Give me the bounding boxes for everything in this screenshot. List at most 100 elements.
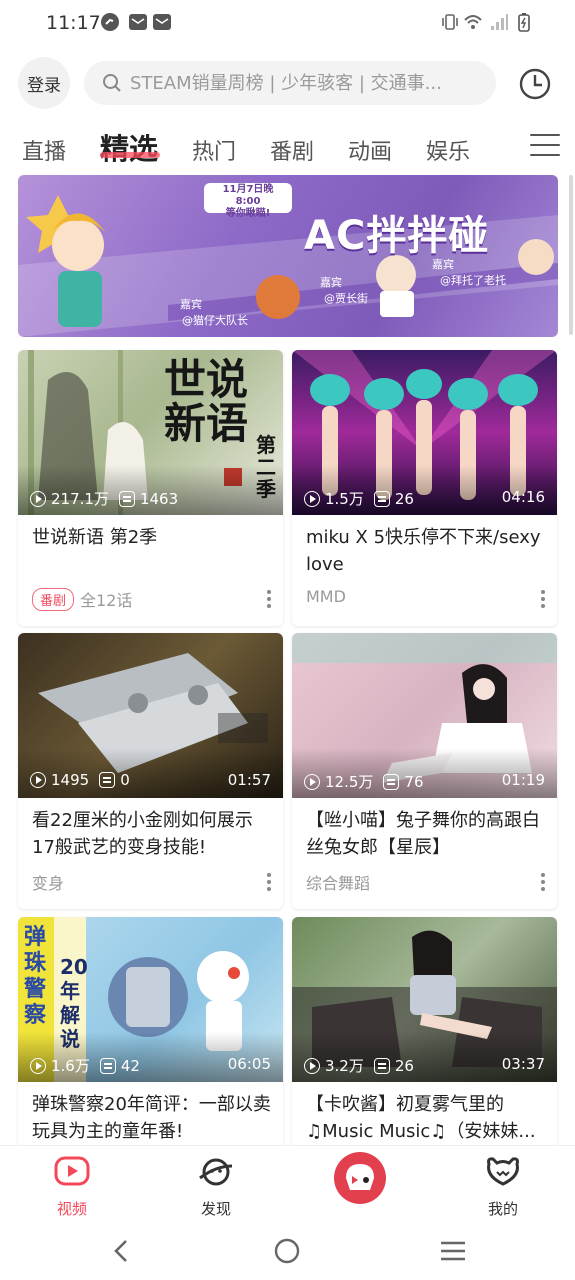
vibrate-icon [442, 14, 458, 30]
thumbnail-subtitle: 20年解说 [60, 955, 88, 1051]
bottom-nav: 视频 发现 我的 [0, 1145, 575, 1225]
nav-video-label: 视频 [56, 1200, 87, 1218]
nav-profile[interactable]: 我的 [463, 1154, 543, 1219]
video-title[interactable]: miku X 5快乐停不下来/sexy love [306, 524, 546, 578]
banner-guest-1: @猫仔大队长 [182, 314, 248, 327]
video-duration: 01:57 [227, 771, 271, 789]
play-count-icon [304, 1057, 320, 1074]
nav-profile-label: 我的 [487, 1200, 518, 1218]
play-count-icon [30, 772, 46, 788]
more-options-icon[interactable] [267, 590, 271, 608]
video-card[interactable]: 世说新语 第二季 217.1万 1463 世说新语 第2季 番剧 全12话 [18, 350, 283, 626]
nav-discover[interactable]: 发现 [176, 1154, 256, 1219]
video-duration: 03:37 [501, 1055, 545, 1073]
more-options-icon[interactable] [541, 873, 545, 891]
play-count-icon [304, 490, 320, 507]
video-duration: 04:16 [501, 488, 545, 506]
video-meta: 变身 [32, 870, 64, 894]
history-icon[interactable] [515, 64, 555, 104]
status-time: 11:17 [46, 12, 101, 34]
more-options-icon[interactable] [267, 873, 271, 891]
video-card[interactable]: 1.5万 26 04:16 miku X 5快乐停不下来/sexy love M… [292, 350, 557, 626]
video-duration: 01:19 [501, 771, 545, 789]
video-title[interactable]: 【卡吹酱】初夏雾气里的♫Music Music♫（安妹妹... [306, 1091, 546, 1145]
home-icon[interactable] [273, 1237, 301, 1265]
tab-bangumi[interactable]: 番剧 [270, 134, 314, 166]
video-title[interactable]: 【咝小喵】兔子舞你的高跟白丝兔女郎【星辰】 [306, 807, 546, 861]
video-meta: MMD [306, 587, 346, 606]
more-options-icon[interactable] [541, 590, 545, 608]
danmaku-count: 26 [394, 1056, 414, 1075]
danmaku-icon [373, 490, 390, 507]
profile-icon [487, 1157, 519, 1186]
video-stats: 1495 0 [30, 771, 130, 789]
view-count: 1.5万 [325, 490, 364, 508]
thumbnail-title: 世说新语 [164, 355, 249, 448]
play-count-icon [30, 490, 46, 507]
scrollbar[interactable] [569, 175, 573, 335]
video-card[interactable]: 1495 0 01:57 看22厘米的小金刚如何展示17般武艺的变身技能! 变身 [18, 633, 283, 909]
view-count: 217.1万 [51, 490, 109, 508]
tab-featured[interactable]: 精选 [100, 126, 158, 168]
video-icon [54, 1156, 90, 1186]
danmaku-icon [99, 1057, 116, 1074]
view-count: 1.6万 [51, 1057, 90, 1075]
menu-icon[interactable] [530, 134, 560, 160]
video-stats: 217.1万 1463 [30, 488, 178, 509]
view-count: 3.2万 [325, 1057, 364, 1075]
banner-guest-3: @拜托了老托 [440, 274, 506, 287]
battery-icon [518, 13, 530, 32]
danmaku-count: 26 [394, 489, 414, 508]
tab-fade [490, 130, 520, 168]
settings-status-icon [101, 13, 119, 31]
view-count: 1495 [51, 771, 90, 789]
tab-entertainment[interactable]: 娱乐 [426, 134, 470, 166]
mail-status-icon [153, 14, 171, 30]
back-icon[interactable] [108, 1237, 136, 1265]
danmaku-count: 1463 [139, 489, 179, 508]
search-icon [103, 74, 121, 92]
video-category: 变身 [32, 874, 65, 893]
video-stats: 3.2万 26 [304, 1055, 414, 1076]
category-badge: 番剧 [32, 587, 75, 611]
thumbnail-subtitle: 第二季 [256, 433, 276, 501]
tab-animation[interactable]: 动画 [348, 134, 392, 166]
play-count-icon [30, 1057, 46, 1074]
search-bar[interactable] [84, 61, 496, 105]
video-meta: 番剧 全12话 [32, 587, 132, 611]
mail-status-icon [129, 14, 147, 30]
banner-guest-2: @贾长街 [324, 292, 368, 305]
video-title[interactable]: 世说新语 第2季 [32, 524, 272, 551]
search-input[interactable] [130, 72, 480, 94]
banner-title: AC拌拌碰 [304, 213, 490, 259]
mascot-icon [346, 1164, 374, 1190]
banner-guest-label: 嘉宾 [320, 276, 342, 289]
promo-banner[interactable]: 11月7日晚8:00 等你瞅瞄! AC拌拌碰 嘉宾 @猫仔大队长 嘉宾 @贾长街… [18, 175, 558, 337]
login-button[interactable]: 登录 [18, 57, 70, 109]
banner-guest-label: 嘉宾 [180, 298, 202, 311]
episode-count: 全12话 [80, 591, 133, 610]
play-count-icon [304, 773, 320, 790]
active-tab-indicator [100, 152, 160, 158]
video-title[interactable]: 弹珠警察20年简评：一部以卖玩具为主的童年番! [32, 1091, 272, 1145]
view-count: 12.5万 [325, 773, 374, 791]
danmaku-icon [373, 1057, 390, 1074]
thumbnail-title: 弹珠警察 [24, 925, 47, 1028]
video-stats: 12.5万 76 [304, 771, 424, 792]
tab-live[interactable]: 直播 [22, 134, 66, 166]
nav-mascot[interactable] [334, 1152, 386, 1204]
recents-icon[interactable] [438, 1237, 468, 1265]
danmaku-count: 76 [404, 772, 424, 791]
tab-bar: 直播 精选 热门 番剧 动画 娱乐 [0, 120, 575, 170]
nav-video[interactable]: 视频 [32, 1154, 112, 1219]
video-category: MMD [306, 587, 346, 606]
signal-icon [491, 14, 508, 30]
danmaku-icon [99, 772, 116, 788]
danmaku-count: 0 [120, 771, 130, 789]
video-title[interactable]: 看22厘米的小金刚如何展示17般武艺的变身技能! [32, 807, 272, 861]
video-card[interactable]: 12.5万 76 01:19 【咝小喵】兔子舞你的高跟白丝兔女郎【星辰】 综合舞… [292, 633, 557, 909]
danmaku-count: 42 [120, 1056, 140, 1075]
planet-icon [199, 1158, 233, 1186]
tab-hot[interactable]: 热门 [192, 134, 236, 166]
danmaku-icon [118, 490, 135, 507]
